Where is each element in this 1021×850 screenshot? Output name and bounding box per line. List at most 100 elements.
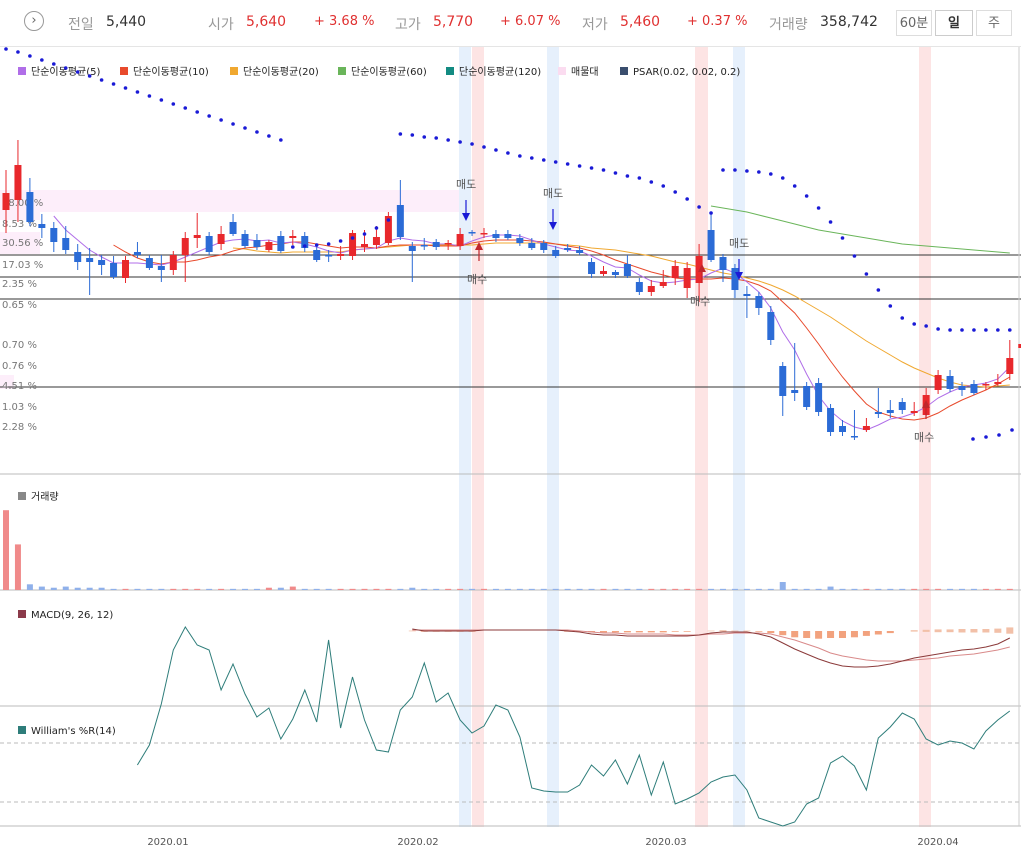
low-label: 저가: [582, 17, 608, 33]
ma20-line: [232, 242, 1010, 388]
volume-bar: [110, 588, 117, 590]
volume-bar: [158, 588, 165, 590]
macd-histogram-bar: [862, 631, 870, 636]
psar-dot: [780, 176, 785, 180]
volume-bar: [636, 588, 643, 590]
macd-histogram-bar: [623, 631, 631, 633]
date-tick-label: 2020.02: [397, 837, 438, 848]
candle-body: [14, 165, 22, 200]
volume-bar: [481, 588, 487, 590]
buy-signal-label: 매수: [467, 273, 487, 286]
psar-dot: [745, 169, 749, 173]
candle-body: [169, 255, 177, 270]
candle-body: [528, 243, 536, 248]
candle-body: [492, 234, 500, 238]
legend-label: PSAR(0.02, 0.02, 0.2): [633, 67, 740, 78]
candle-body: [217, 234, 225, 244]
volume-bar: [564, 588, 571, 590]
psar-dot: [159, 98, 164, 102]
legend-swatch: [558, 67, 566, 75]
period-day-button[interactable]: 일: [935, 10, 973, 36]
macd-histogram-bar: [970, 629, 978, 633]
candle-body: [898, 402, 906, 410]
legend-label: 단순이동평균(120): [459, 66, 541, 78]
sell-signal-label: 매도: [729, 237, 749, 250]
volume-bar: [588, 588, 595, 590]
psar-dot: [302, 244, 307, 248]
legend-label: 단순이동평균(20): [243, 66, 319, 78]
psar-dot: [338, 239, 343, 243]
volume-panel-title: 거래량: [31, 491, 59, 503]
psar-dot: [63, 66, 68, 70]
period-60min-button[interactable]: 60분: [896, 10, 932, 36]
volume-bar: [935, 588, 942, 590]
candle-body: [372, 237, 380, 245]
price-level-label: 1.03 %: [2, 402, 37, 413]
volume-bar: [970, 588, 977, 590]
volume-bar: [528, 588, 535, 590]
williams-r-panel: William's %R(14): [18, 626, 1011, 827]
candle-body: [850, 436, 858, 438]
volume-bar: [660, 588, 667, 590]
macd-histogram-bar: [982, 629, 990, 633]
volume-bar: [803, 588, 810, 590]
macd-histogram-bar: [659, 631, 667, 633]
candle-body: [396, 205, 404, 237]
volume-bar: [62, 586, 69, 590]
high-label: 고가: [395, 17, 421, 33]
volume-bar: [911, 588, 918, 590]
volume-bar: [206, 588, 213, 590]
volume-bar: [86, 587, 93, 590]
candle-body: [1006, 358, 1014, 374]
candle-body: [325, 255, 333, 257]
candle-body: [444, 243, 452, 245]
psar-dot: [852, 254, 857, 258]
buy-signal-label: 매수: [914, 431, 934, 444]
psar-dot: [912, 322, 916, 326]
volume-bar: [516, 588, 523, 590]
chevron-right-icon[interactable]: ›: [24, 11, 44, 31]
psar-dot: [494, 148, 498, 152]
candle-body: [26, 192, 34, 222]
volume-bar: [50, 587, 57, 590]
candle-body: [2, 193, 10, 210]
psar-dot: [195, 110, 199, 114]
candle-body: [432, 242, 440, 247]
volume-bar: [253, 588, 260, 590]
psar-dot: [565, 162, 570, 166]
psar-dot: [99, 78, 104, 82]
psar-dot: [972, 328, 976, 332]
macd-histogram-bar: [779, 631, 787, 636]
candle-body: [98, 260, 106, 265]
psar-dot: [207, 114, 211, 118]
volume-bar: [457, 588, 464, 590]
price-level-label: 0.70 %: [2, 340, 37, 351]
candle-body: [719, 257, 727, 270]
psar-dot: [530, 156, 534, 160]
candle-body: [86, 258, 94, 262]
volume-bar: [361, 588, 368, 590]
candle-body: [946, 376, 954, 389]
volume-bar: [170, 588, 177, 590]
candle-body: [874, 412, 882, 414]
stock-chart[interactable]: 단순이동평균(5) 단순이동평균(10) 단순이동평균(20) 단순이동평균(60) 단…: [0, 47, 1021, 850]
candle-body: [767, 312, 775, 340]
buy-signal-label: 매수: [690, 295, 710, 308]
candle-body: [886, 410, 894, 413]
macd-histogram-bar: [910, 630, 918, 632]
psar-dot: [410, 133, 415, 137]
candle-body: [456, 234, 464, 246]
psar-dot: [625, 174, 630, 178]
volume-bar: [373, 588, 380, 590]
psar-dot: [601, 168, 606, 172]
ma10-line: [113, 239, 1011, 421]
macd-histogram-bar: [719, 630, 727, 632]
candle-body: [910, 411, 918, 413]
volume-bar: [552, 588, 559, 590]
volume-bar: [146, 588, 153, 590]
psar-dot: [960, 328, 964, 332]
period-week-button[interactable]: 주: [976, 10, 1012, 36]
price-level-label: 17.03 %: [2, 260, 43, 271]
psar-dot: [936, 327, 940, 331]
volume-bar: [779, 582, 786, 590]
